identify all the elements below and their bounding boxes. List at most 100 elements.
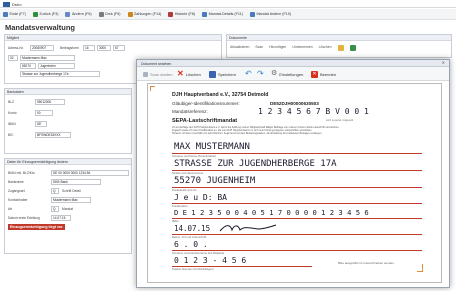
- export-icon[interactable]: [349, 45, 356, 51]
- member-nr-field[interactable]: 02: [8, 55, 18, 61]
- phone-caption: Telefon-Nummer (für Rückfragen): [172, 267, 214, 271]
- member-handwritten: 6 . 0 .: [174, 240, 208, 249]
- contribution-field-1[interactable]: 16: [83, 45, 95, 51]
- blz-field[interactable]: 55012000: [35, 99, 65, 105]
- menu-druck[interactable]: Drck (F5): [98, 11, 121, 17]
- main-toolbar: Ende (F7) Zurück (F3) Ändern (F6) Drck (…: [0, 9, 456, 20]
- dialog-toolbar: Scan starten ✕ Löschen Speichern ↶ ↷ ⚙ Ein…: [137, 67, 449, 81]
- mandate-legal-text: Ich ermächtige den DJH Hauptverband e.V.…: [172, 126, 340, 136]
- bic-label: BIC: [8, 133, 14, 137]
- contribution-label: Beitragsform: [60, 46, 79, 50]
- type-label: Art: [8, 207, 13, 211]
- print-icon: [98, 11, 104, 17]
- address-number-field[interactable]: 20080907: [30, 45, 54, 51]
- scanned-mandate-document: DJH Hauptverband e.V., 32754 Detmold Glä…: [147, 83, 442, 283]
- back-icon: [32, 11, 38, 17]
- app-icon: [3, 1, 10, 7]
- type-field[interactable]: Q: [51, 206, 59, 212]
- mandate-org: DJH Hauptverband e.V., 32754 Detmold: [172, 92, 269, 98]
- payments-icon: [127, 11, 133, 17]
- member-name-field[interactable]: Mustermann Max: [20, 55, 75, 61]
- contribution-field-3[interactable]: 67: [113, 45, 125, 51]
- window-title-bar: Dstro: [0, 0, 456, 8]
- menu-mandat-details[interactable]: Mandat-Details (F11): [202, 11, 243, 17]
- account-holder-field[interactable]: Mustermann Max: [51, 197, 91, 203]
- city-caption: Postleitzahl und Ort: [172, 188, 197, 192]
- form-line: [172, 234, 422, 235]
- documents-delete-button[interactable]: Löschen: [319, 45, 332, 51]
- iban-label: IBAN: [8, 122, 16, 126]
- documents-refresh-button[interactable]: Aktualisieren: [230, 45, 249, 51]
- mandate-ref-note: wird separat mitgeteilt: [326, 118, 354, 122]
- bankname-label: Bankname: [8, 180, 24, 184]
- menu-zurueck[interactable]: Zurück (F3): [32, 11, 58, 17]
- phone-handwritten: 0 1 2 3 - 4 5 6: [174, 256, 247, 265]
- debit-iban-field[interactable]: DE 00 0000 0000 1234 56: [51, 170, 129, 176]
- menu-zahlungen[interactable]: Zahlungen (F14): [127, 11, 161, 17]
- settings-button[interactable]: ⚙ Einstellungen: [271, 70, 303, 78]
- save-icon: [209, 70, 216, 78]
- dialog-close-icon[interactable]: ✕: [442, 60, 445, 65]
- menu-ende[interactable]: Ende (F7): [3, 11, 26, 17]
- edit-icon: [65, 11, 71, 17]
- city-field[interactable]: Jugenheim: [38, 63, 75, 69]
- debit-iban-label: BIAN mit. BLZ/Kto: [8, 171, 35, 175]
- blz-label: BLZ: [8, 100, 15, 104]
- account-field[interactable]: 00: [35, 110, 53, 116]
- document-viewer-dialog: Dokument ansehen ✕ Scan starten ✕ Löschen…: [136, 59, 450, 288]
- mandate-title: SEPA-Lastschriftmandat: [172, 118, 238, 124]
- scan-icon: [143, 71, 148, 77]
- date-handwritten: 14.07.15: [174, 224, 211, 233]
- documents-scan-button[interactable]: Scan: [255, 45, 263, 51]
- name-caption: Vorname und Name (Kontoinhaber): [172, 154, 217, 158]
- name-handwritten: MAX MUSTERMANN: [174, 142, 250, 152]
- menu-historie[interactable]: Historie (F8): [168, 11, 195, 17]
- member-panel-header: Mitglied: [5, 35, 221, 41]
- delete-button[interactable]: ✕ Löschen: [177, 70, 201, 78]
- scan-corner-marker: [150, 86, 155, 91]
- creditor-id-label: Gläubiger-Identifikationsnummer:: [172, 101, 240, 106]
- rotate-right-button[interactable]: ↷: [257, 70, 264, 78]
- bank-panel-header: Bankdaten: [5, 89, 131, 95]
- history-icon: [168, 11, 174, 17]
- mandate-ref-label: Mandatsreferenz:: [172, 109, 208, 114]
- menu-mandat-aendern[interactable]: Mandat ändern (F10): [249, 11, 291, 17]
- iban-handwritten: D E 1 2 3 5 0 0 4 0 5 1 7 0 0 0 0 1 2 3 …: [174, 208, 369, 217]
- signature: [219, 224, 277, 232]
- quit-button[interactable]: ✕ Beenden: [311, 70, 336, 78]
- scan-start-button[interactable]: Scan starten: [143, 70, 172, 78]
- rotate-left-button[interactable]: ↶: [245, 70, 252, 78]
- mandate-ref-handwritten: 1 2 3 4 5 6 7 B V 0 0 1: [258, 107, 369, 116]
- debit-panel: Daten für Einzugsermächtigung ändern BIA…: [4, 158, 132, 254]
- save-button[interactable]: Speichern: [209, 70, 236, 78]
- documents-add-button[interactable]: Hinzufügen: [269, 45, 286, 51]
- street-caption: Straße und Hausnummer: [172, 171, 204, 175]
- date-caption: Datum, Ort und Unterschrift: [172, 235, 207, 239]
- bankname-field[interactable]: DKB Bank: [51, 179, 101, 185]
- form-line: [172, 218, 422, 219]
- close-icon: ✕: [311, 70, 318, 78]
- city-handwritten: 55270 JUGENHEIM: [174, 176, 256, 186]
- access-type-field[interactable]: Q: [51, 188, 59, 194]
- address-number-label: Adress-Nr.: [8, 46, 24, 50]
- folder-icon[interactable]: [337, 45, 344, 51]
- type-desc: Mandat: [62, 207, 73, 211]
- rotate-left-icon: ↶: [245, 69, 252, 78]
- exit-icon: [3, 11, 8, 17]
- access-type-label: Zugangsart: [8, 189, 25, 193]
- bic-field[interactable]: BFSWDE33XXX: [35, 132, 71, 138]
- debit-status-badge: Einzugsermächtigung liegt vor.: [8, 224, 66, 230]
- form-line: [172, 187, 422, 188]
- iban-field[interactable]: DE: [35, 121, 47, 127]
- bank-panel: Bankdaten BLZ 55012000 Konto 00 IBAN DE …: [4, 88, 132, 154]
- street-field[interactable]: Strasse zur Jugendherberge 17a: [20, 71, 100, 77]
- iban-caption: IBAN: [172, 219, 179, 223]
- first-grant-date-field[interactable]: 14.07.15: [51, 215, 71, 221]
- zip-field[interactable]: 55270: [20, 63, 36, 69]
- menu-aendern[interactable]: Ändern (F6): [65, 11, 92, 17]
- mandate-edit-icon: [249, 11, 255, 17]
- first-grant-date-label: Datum erste Erteilung: [8, 216, 40, 220]
- contribution-field-2[interactable]: 3000: [97, 45, 111, 51]
- dialog-title: Dokument ansehen: [137, 60, 449, 67]
- documents-rename-button[interactable]: Umbenennen: [292, 45, 312, 51]
